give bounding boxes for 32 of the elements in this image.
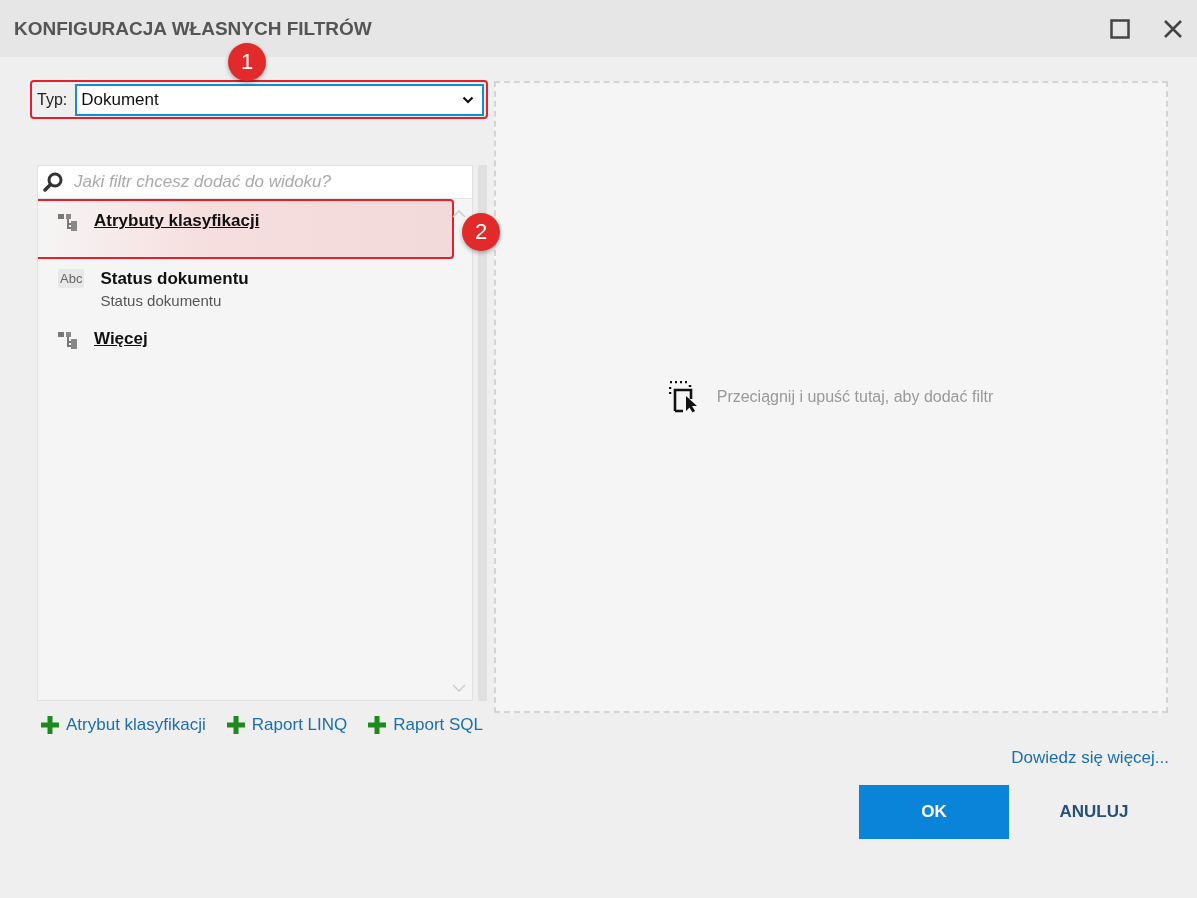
add-link[interactable]: Raport LINQ	[225, 715, 348, 735]
filter-subtitle: Status dokumentu	[100, 292, 223, 310]
filter-title: Atrybuty klasyfikacji	[94, 211, 260, 232]
hierarchy-icon	[58, 213, 78, 232]
help-link[interactable]: Dowiedz się więcej...	[1011, 748, 1169, 768]
maximize-icon[interactable]	[1110, 18, 1130, 39]
plus-icon	[225, 715, 246, 735]
drop-zone[interactable]: Przeciągnij i upuść tutaj, aby dodać filtr	[494, 81, 1168, 713]
plus-icon	[40, 715, 60, 735]
window-title: KONFIGURACJA WŁASNYCH FILTRÓW	[14, 17, 372, 40]
search-field[interactable]: Jaki filtr chcesz dodać do widoku?	[38, 166, 472, 200]
add-link[interactable]: Atrybut klasyfikacji	[40, 715, 206, 735]
close-icon[interactable]	[1163, 18, 1183, 39]
callout-badge: 2	[462, 213, 500, 252]
search-icon	[42, 171, 64, 194]
plus-icon	[367, 715, 388, 735]
filter-list-item[interactable]: Więcej	[38, 319, 472, 380]
ok-button[interactable]: OK	[859, 785, 1009, 839]
type-label: Typ:	[37, 90, 68, 109]
filter-list-item[interactable]: Abc Status dokumentu Status dokumentu	[38, 259, 472, 320]
callout-badge: 1	[228, 43, 266, 81]
cancel-button[interactable]: ANULUJ	[1019, 785, 1169, 839]
drop-hint: Przeciągnij i upuść tutaj, aby dodać filtr	[716, 388, 994, 406]
text-field-icon: Abc	[58, 269, 85, 289]
filter-title: Więcej	[94, 329, 148, 350]
search-field[interactable]: Jaki filtr chcesz dodać do widoku?	[72, 171, 468, 194]
filter-title: Status dokumentu	[100, 269, 249, 290]
add-link[interactable]: Raport SQL	[367, 715, 484, 735]
scroll-up-icon[interactable]	[452, 210, 466, 219]
chevron-down-icon	[462, 95, 474, 104]
type-dropdown[interactable]: Dokument	[75, 83, 484, 116]
hierarchy-icon	[58, 331, 78, 350]
